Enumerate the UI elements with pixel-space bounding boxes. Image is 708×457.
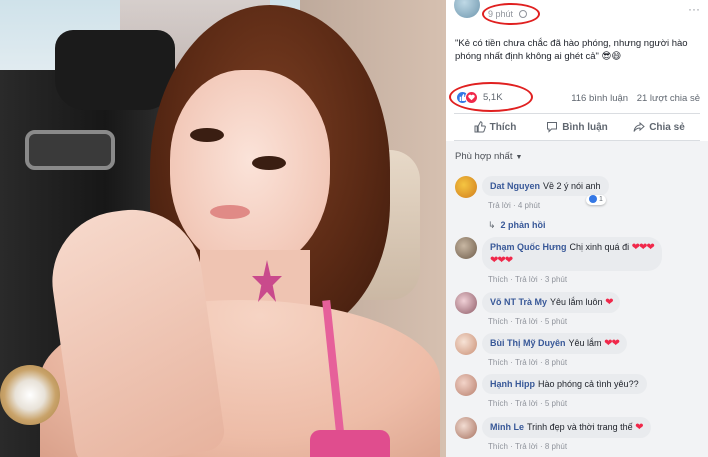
- avatar[interactable]: [455, 374, 477, 396]
- right-eye: [252, 156, 286, 170]
- comments-section: Phù hợp nhất ▼ Dat Nguyen Về 2 ý nói anh T…: [446, 141, 708, 457]
- left-eye: [190, 128, 224, 142]
- comment-time: 8 phút: [544, 358, 568, 367]
- replies-label: 2 phản hồi: [500, 220, 546, 230]
- reply-link[interactable]: Trả lời: [515, 358, 538, 367]
- reply-link[interactable]: Trả lời: [515, 317, 538, 326]
- avatar[interactable]: [455, 333, 477, 355]
- sort-label: Phù hợp nhất: [455, 151, 513, 162]
- avatar[interactable]: [455, 176, 477, 198]
- comment-text: Yêu lắm: [568, 338, 602, 348]
- comment-sort-dropdown[interactable]: Phù hợp nhất ▼: [455, 151, 522, 162]
- comment-meta: Thích · Trả lời · 5 phút: [488, 399, 568, 408]
- post-panel: 9 phút ··· "Kẻ có tiền chưa chắc đã hào …: [446, 0, 708, 457]
- heart-emoji: ❤: [635, 422, 643, 433]
- annotation-circle-reactions: [449, 82, 533, 112]
- like-icon: [589, 195, 597, 204]
- commenter-name[interactable]: Bùi Thị Mỹ Duyên: [490, 338, 566, 348]
- face: [170, 70, 330, 270]
- share-button[interactable]: Chia sẻ: [618, 114, 700, 140]
- commenter-name[interactable]: Võ NT Trà My: [490, 297, 547, 307]
- comment-meta: Thích · Trả lời · 8 phút: [488, 358, 568, 367]
- comment-bubble: Hạnh Hipp Hào phóng cả tình yêu??: [482, 374, 647, 394]
- comment-time: 8 phút: [544, 442, 568, 451]
- comment-bubble: Minh Le Trinh đẹp và thời trang thế ❤: [482, 417, 651, 438]
- avatar[interactable]: [455, 417, 477, 439]
- watch: [0, 365, 60, 425]
- like-link[interactable]: Thích: [488, 399, 508, 408]
- commenter-name[interactable]: Minh Le: [490, 422, 524, 432]
- post-header: 9 phút ···: [446, 0, 708, 28]
- commenter-name[interactable]: Phạm Quốc Hưng: [490, 242, 567, 252]
- post-stats: 116 bình luận 21 lượt chia sẻ: [571, 93, 700, 104]
- lips: [210, 205, 250, 219]
- comment-time: 5 phút: [544, 317, 568, 326]
- share-icon: [633, 121, 645, 132]
- comment-like-count[interactable]: 1: [586, 195, 606, 205]
- like-label: Thích: [489, 121, 517, 133]
- reply-link[interactable]: Trả lời: [515, 275, 538, 284]
- heart-emoji: ❤❤: [604, 338, 620, 349]
- comment-bubble: Dat Nguyen Về 2 ý nói anh: [482, 176, 609, 196]
- avatar[interactable]: [455, 237, 477, 259]
- comment-bubble: Phạm Quốc Hưng Chị xinh quá đi ❤❤❤❤❤❤: [482, 237, 662, 271]
- comment-text: Về 2 ý nói anh: [543, 181, 601, 191]
- like-link[interactable]: Thích: [488, 275, 508, 284]
- comment-label: Bình luận: [562, 121, 608, 133]
- like-link[interactable]: Thích: [488, 442, 508, 451]
- annotation-circle-time: [482, 3, 540, 25]
- action-bar: Thích Bình luận Chia sẻ: [454, 113, 700, 141]
- view-replies-link[interactable]: ↳ 2 phản hồi: [488, 220, 546, 231]
- reply-arrow-icon: ↳: [488, 220, 496, 230]
- comment-text: Hào phóng cả tình yêu??: [538, 379, 639, 389]
- post-photo[interactable]: [0, 0, 446, 457]
- comment-meta: Thích · Trả lời · 5 phút: [488, 317, 568, 326]
- reply-link[interactable]: Trả lời: [515, 399, 538, 408]
- comment-time: 4 phút: [517, 201, 541, 210]
- dress: [310, 430, 390, 457]
- car-headrest: [55, 30, 175, 110]
- like-button[interactable]: Thích: [454, 114, 536, 140]
- like-count: 1: [599, 196, 603, 203]
- commenter-name[interactable]: Hạnh Hipp: [490, 379, 535, 389]
- heart-emoji: ❤: [605, 297, 613, 308]
- comment-meta: Thích · Trả lời · 8 phút: [488, 442, 568, 451]
- comment-text: Trinh đẹp và thời trang thế: [527, 422, 633, 432]
- comment-bubble: Võ NT Trà My Yêu lắm luôn ❤: [482, 292, 621, 313]
- reply-link[interactable]: Trả lời: [488, 201, 511, 210]
- more-options-icon[interactable]: ···: [688, 2, 700, 16]
- share-label: Chia sẻ: [649, 121, 685, 133]
- post-text: "Kẻ có tiền chưa chắc đã hào phóng, nhưn…: [455, 38, 688, 62]
- seat-handle: [25, 130, 115, 170]
- comment-text: Yêu lắm luôn: [550, 297, 603, 307]
- comment-time: 5 phút: [544, 399, 568, 408]
- chevron-down-icon: ▼: [515, 154, 523, 161]
- comment-text: Chị xinh quá đi: [569, 242, 630, 252]
- thumb-up-icon: [474, 121, 486, 133]
- comment-meta: Thích · Trả lời · 3 phút: [488, 275, 568, 284]
- comment-icon: [547, 122, 558, 133]
- reply-link[interactable]: Trả lời: [515, 442, 538, 451]
- avatar[interactable]: [455, 292, 477, 314]
- commenter-name[interactable]: Dat Nguyen: [490, 181, 540, 191]
- like-link[interactable]: Thích: [488, 358, 508, 367]
- comment-bubble: Bùi Thị Mỹ Duyên Yêu lắm ❤❤: [482, 333, 627, 354]
- comment-button[interactable]: Bình luận: [536, 114, 618, 140]
- comment-time: 3 phút: [544, 275, 568, 284]
- like-link[interactable]: Thích: [488, 317, 508, 326]
- author-avatar[interactable]: [454, 0, 480, 18]
- comments-count[interactable]: 116 bình luận: [571, 93, 628, 104]
- shares-count[interactable]: 21 lượt chia sẻ: [637, 93, 700, 104]
- comment-meta: Trả lời · 4 phút: [488, 201, 541, 210]
